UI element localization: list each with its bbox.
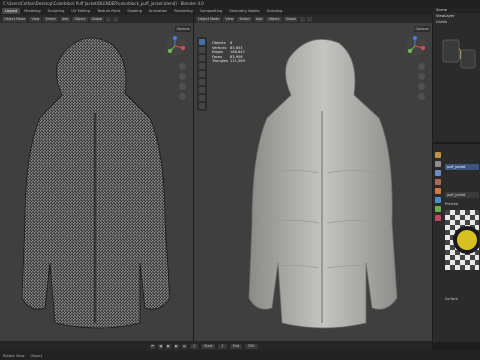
right-menu-select[interactable]: Select (237, 16, 252, 22)
status-mouse-hint: Rotate View (3, 353, 25, 358)
left-menu-select[interactable]: Select (43, 16, 58, 22)
camera-view-icon[interactable] (179, 83, 186, 90)
workspace-tabs: Layout Modeling Sculpting UV Editing Texture… (2, 8, 285, 14)
pan-hand-icon[interactable] (418, 73, 425, 80)
workspace-tab-layout[interactable]: Layout (2, 8, 21, 14)
material-name-field[interactable]: puff_jacket (445, 192, 479, 198)
outliner-panel: Scene ViewLayer Unlink (433, 7, 480, 142)
workspace-tab-uv-editing[interactable]: UV Editing (68, 8, 93, 14)
left-viewport[interactable]: Options (0, 23, 193, 341)
workspace-tabs-bar: Layout Modeling Sculpting UV Editing Texture… (0, 7, 480, 15)
modifier-props-icon[interactable] (435, 197, 441, 203)
workspace-tab-rendering[interactable]: Rendering (171, 8, 195, 14)
properties-tabs (433, 150, 443, 223)
pan-hand-icon[interactable] (179, 73, 186, 80)
left-navigation-gizmo[interactable] (164, 35, 186, 57)
surface-section-header[interactable]: Surface (445, 297, 458, 301)
object-props-icon[interactable] (435, 188, 441, 194)
data-props-icon[interactable] (435, 206, 441, 212)
right-navigation-gizmo[interactable] (404, 35, 426, 57)
end-frame-field[interactable]: 250 (245, 343, 258, 349)
tool-props-icon[interactable] (435, 152, 441, 158)
left-options-button[interactable]: Options (175, 26, 191, 32)
jump-start-icon[interactable]: ⏮ (150, 343, 155, 349)
solid-jacket-render (248, 39, 398, 329)
start-label: Start (201, 343, 216, 349)
right-shading-material-icon[interactable] (307, 16, 313, 22)
preview-section-header[interactable]: Preview (445, 202, 458, 206)
workspace-tab-shading[interactable]: Shading (124, 8, 145, 14)
workspace-tab-geometry-nodes[interactable]: Geometry Nodes (226, 8, 262, 14)
right-menu-view[interactable]: View (223, 16, 236, 22)
right-viewport[interactable]: Objects 6 Vertices 83,653 Edges 166,847 Fac… (194, 23, 432, 341)
workspace-tab-compositing[interactable]: Compositing (197, 8, 226, 14)
right-menu-object[interactable]: Object (266, 16, 282, 22)
left-menu-object[interactable]: Object (72, 16, 88, 22)
right-transform-orientation[interactable]: Global (283, 16, 299, 22)
left-shading-solid-icon[interactable] (106, 16, 112, 22)
left-nav-controls (179, 63, 186, 100)
render-props-icon[interactable] (435, 161, 441, 167)
right-menu-add[interactable]: Add (253, 16, 265, 22)
material-slot-item[interactable]: puff_jacket (445, 164, 479, 170)
material-preview-sphere (445, 210, 479, 270)
grid-ortho-icon[interactable] (418, 93, 425, 100)
scene-props-icon[interactable] (435, 179, 441, 185)
zoom-icon[interactable] (179, 63, 186, 70)
prev-keyframe-icon[interactable]: ◀ (158, 343, 163, 349)
next-keyframe-icon[interactable]: ▶ (174, 343, 179, 349)
properties-panel: puff_jacket puff_jacket Preview Surface (433, 143, 480, 342)
left-transform-orientation[interactable]: Global (89, 16, 105, 22)
left-mode-select[interactable]: Object Mode (2, 16, 28, 22)
workspace-tab-scripting[interactable]: Scripting (263, 8, 285, 14)
status-context-menu: Object (30, 353, 43, 358)
node-editor-preview (442, 39, 476, 69)
left-shading-material-icon[interactable] (113, 16, 119, 22)
workspace-tab-sculpting[interactable]: Sculpting (45, 8, 68, 14)
material-props-icon[interactable] (435, 215, 441, 221)
left-viewport-header: Object Mode View Select Add Object Globa… (0, 15, 193, 23)
right-mode-select[interactable]: Object Mode (196, 16, 222, 22)
workspace-tab-modeling[interactable]: Modeling (21, 8, 43, 14)
workspace-tab-animation[interactable]: Animation (146, 8, 170, 14)
right-options-button[interactable]: Options (414, 26, 430, 32)
grid-ortho-icon[interactable] (179, 93, 186, 100)
current-frame-field[interactable]: 1 (190, 343, 199, 349)
timeline-bar: ⏮ ◀ ▶ ▶ ⏭ 1 Start 1 End 250 (0, 341, 432, 351)
end-label: End (229, 343, 243, 349)
window-title: C:\Users\Cotton\Desktop\Colorblock Puff … (0, 0, 480, 7)
camera-view-icon[interactable] (418, 83, 425, 90)
wireframe-jacket-render (21, 37, 171, 329)
output-props-icon[interactable] (435, 170, 441, 176)
left-menu-view[interactable]: View (29, 16, 42, 22)
play-icon[interactable]: ▶ (166, 343, 171, 349)
right-nav-controls (418, 63, 425, 100)
left-menu-add[interactable]: Add (59, 16, 71, 22)
status-bar: Rotate View Object (0, 351, 480, 360)
right-viewport-header: Object Mode View Select Add Object Globa… (194, 15, 432, 23)
zoom-icon[interactable] (418, 63, 425, 70)
right-shading-solid-icon[interactable] (300, 16, 306, 22)
workspace-tab-texture-paint[interactable]: Texture Paint (94, 8, 123, 14)
jump-end-icon[interactable]: ⏭ (182, 343, 187, 349)
start-frame-field[interactable]: 1 (218, 343, 227, 349)
